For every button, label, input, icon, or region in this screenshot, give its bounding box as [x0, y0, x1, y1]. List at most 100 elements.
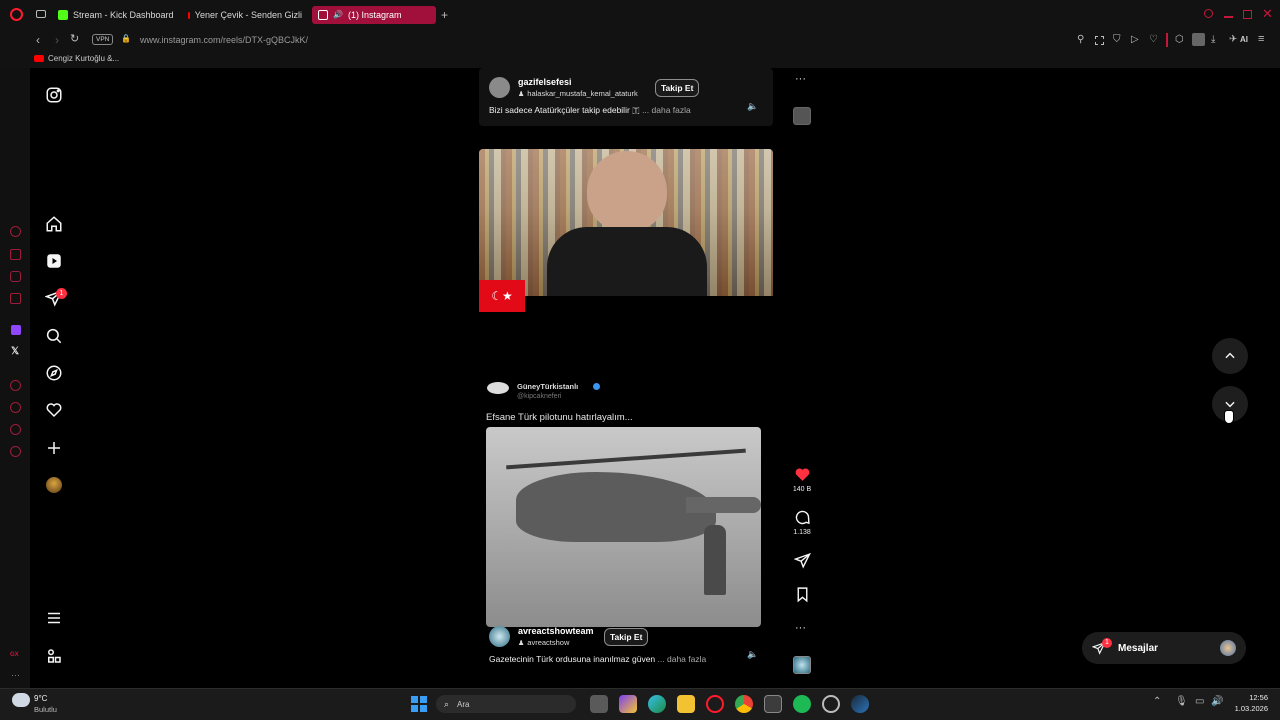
- instagram-logo-icon[interactable]: [44, 85, 64, 105]
- minimize-button[interactable]: [1224, 16, 1233, 18]
- avatar[interactable]: [489, 77, 510, 98]
- bookmark-item[interactable]: Cengiz Kurtoğlu &...: [34, 54, 119, 63]
- display-icon[interactable]: ▭: [1195, 697, 1204, 707]
- tab-youtube[interactable]: Yener Çevik - Senden Gizli: [188, 6, 302, 24]
- create-plus-icon[interactable]: [44, 438, 64, 458]
- caption-more-link[interactable]: ... daha fazla: [658, 654, 707, 664]
- chrome-icon[interactable]: [735, 695, 753, 713]
- settings-sidebar-icon[interactable]: [10, 446, 21, 457]
- player-sidebar-icon[interactable]: [10, 380, 21, 391]
- edge-icon[interactable]: [648, 695, 666, 713]
- reel-top[interactable]: gazifelsefesi ♟ halaskar_mustafa_kemal_a…: [479, 68, 773, 126]
- save-button[interactable]: [792, 586, 812, 603]
- volume-icon[interactable]: 🔊: [1211, 697, 1223, 707]
- shield-icon[interactable]: ⛉: [1113, 35, 1121, 45]
- extensions-icon[interactable]: ⬡: [1175, 35, 1184, 45]
- history-sidebar-icon[interactable]: [10, 402, 21, 413]
- like-count: 140 B: [792, 486, 812, 493]
- twitch-sidebar-icon[interactable]: [11, 325, 21, 335]
- home-icon[interactable]: [44, 214, 64, 234]
- more-options-icon[interactable]: ···: [795, 622, 806, 634]
- reel-caption[interactable]: Gazetecinin Türk ordusuna inanılmaz güve…: [489, 654, 706, 664]
- share-button[interactable]: [792, 552, 812, 569]
- pin-icon[interactable]: ⚲: [1077, 35, 1084, 45]
- notifications-heart-icon[interactable]: [44, 400, 64, 420]
- gx-icon[interactable]: GX: [10, 652, 19, 658]
- audio-thumbnail[interactable]: [793, 656, 811, 674]
- tab-label: (1) Instagram: [347, 10, 402, 20]
- also-from-meta-icon[interactable]: [44, 646, 64, 666]
- address-bar: ‹ › ↻ VPN 🔒 www.instagram.com/reels/DTX-…: [0, 30, 1280, 50]
- tray-chevron-icon[interactable]: ⌃: [1153, 697, 1161, 707]
- audio-thumbnail[interactable]: [793, 107, 811, 125]
- profile-avatar[interactable]: [46, 477, 62, 493]
- download-icon[interactable]: ⤓: [1211, 35, 1215, 45]
- comment-button[interactable]: 1.138: [792, 509, 812, 536]
- tab-instagram[interactable]: 🔊 (1) Instagram: [312, 6, 436, 24]
- chat-sidebar-icon[interactable]: [10, 271, 21, 282]
- snapshot-icon[interactable]: [1095, 36, 1104, 45]
- mute-icon[interactable]: 🔈: [747, 101, 758, 112]
- back-icon[interactable]: ‹: [36, 34, 40, 46]
- file-explorer-icon[interactable]: [677, 695, 695, 713]
- caption-more-link[interactable]: ... daha fazla: [642, 105, 691, 115]
- x-sidebar-icon[interactable]: 𝕏: [11, 346, 19, 357]
- taskbar-search[interactable]: ⌕ Ara: [436, 695, 576, 713]
- menu-icon[interactable]: ≡: [1258, 34, 1264, 45]
- avatar[interactable]: [489, 626, 510, 647]
- workspaces-icon[interactable]: [36, 10, 46, 18]
- search-tabs-icon[interactable]: [1204, 9, 1213, 18]
- microphone-icon[interactable]: 🎙: [1175, 697, 1188, 707]
- play-icon[interactable]: ▷: [1131, 35, 1139, 45]
- mute-icon[interactable]: 🔈: [747, 649, 758, 660]
- task-view-icon[interactable]: [590, 695, 608, 713]
- close-window-button[interactable]: ✕: [1262, 6, 1273, 22]
- previous-reel-button[interactable]: [1212, 338, 1248, 374]
- whatsapp-sidebar-icon[interactable]: [10, 424, 21, 435]
- clock-date[interactable]: 1.03.2026: [1228, 704, 1268, 713]
- reel-username[interactable]: avreactshowteam: [518, 626, 594, 636]
- profile-avatar[interactable]: [1192, 33, 1205, 46]
- bookmark-bar: Cengiz Kurtoğlu &...: [0, 50, 1280, 68]
- reel-username[interactable]: gazifelsefesi: [518, 77, 572, 87]
- settings-app-icon[interactable]: [822, 695, 840, 713]
- reel-main[interactable]: ☾★ GüneyTürkistanlı @kipcakneferi Efsane…: [479, 149, 773, 675]
- aria-sidebar-icon[interactable]: [10, 226, 21, 237]
- reels-icon[interactable]: [44, 251, 64, 271]
- more-sidebar-icon[interactable]: ···: [11, 670, 20, 680]
- follow-button[interactable]: Takip Et: [655, 79, 700, 97]
- opera-gx-icon[interactable]: [706, 695, 724, 713]
- maximize-button[interactable]: [1243, 10, 1252, 19]
- url-field[interactable]: www.instagram.com/reels/DTX-gQBCJkK/: [140, 35, 308, 45]
- opera-logo-icon[interactable]: [10, 8, 23, 21]
- bookmark-outline-icon[interactable]: ♡: [1149, 35, 1158, 45]
- explore-icon[interactable]: [44, 363, 64, 383]
- new-tab-button[interactable]: +: [441, 9, 448, 21]
- reload-icon[interactable]: ↻: [70, 34, 79, 45]
- store-icon[interactable]: [764, 695, 782, 713]
- clock-time[interactable]: 12:56: [1238, 693, 1268, 702]
- reel-caption[interactable]: Bizi sadece Atatürkçüler takip edebilir …: [489, 105, 691, 116]
- verified-badge-icon: [593, 383, 600, 390]
- music-row[interactable]: ♟ avreactshow: [518, 638, 569, 647]
- spotify-icon[interactable]: [793, 695, 811, 713]
- forward-icon[interactable]: ›: [55, 34, 59, 46]
- music-row[interactable]: ♟ halaskar_mustafa_kemal_ataturk: [518, 89, 638, 98]
- more-menu-icon[interactable]: [44, 608, 64, 628]
- bookmark-icon: [797, 587, 807, 603]
- tab-kick[interactable]: Stream - Kick Dashboard: [58, 6, 178, 24]
- follow-button[interactable]: Takip Et: [604, 628, 649, 646]
- aria-icon[interactable]: ✈: [1229, 35, 1237, 45]
- shopping-sidebar-icon[interactable]: [10, 249, 21, 260]
- like-button[interactable]: 140 B: [792, 466, 812, 493]
- widgets-app-icon[interactable]: [619, 695, 637, 713]
- windows-start-icon[interactable]: [411, 696, 427, 712]
- messenger-sidebar-icon[interactable]: [10, 293, 21, 304]
- ai-label[interactable]: AI: [1240, 35, 1248, 44]
- weather-icon[interactable]: [12, 693, 30, 707]
- more-options-icon[interactable]: ···: [795, 73, 806, 85]
- steam-icon[interactable]: [851, 695, 869, 713]
- search-icon[interactable]: [44, 326, 64, 346]
- messages-button[interactable]: Mesajlar: [1082, 632, 1246, 664]
- vpn-badge[interactable]: VPN: [92, 34, 114, 45]
